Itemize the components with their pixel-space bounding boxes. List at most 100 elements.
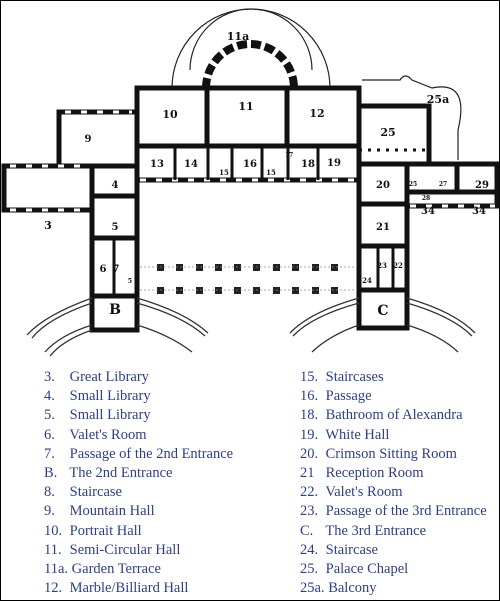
label-10: 10 (162, 108, 178, 121)
legend-room-name: Valet's Room (325, 484, 403, 501)
label-25-small: 25 (409, 181, 417, 188)
label-18: 18 (301, 159, 315, 170)
label-28: 28 (422, 195, 430, 202)
legend-room-name: Marble/Billiard Hall (69, 580, 189, 597)
legend-number: 6. (44, 426, 55, 443)
legend-number: 25. (300, 561, 319, 578)
label-16: 16 (243, 159, 257, 170)
legend-item: 25a. Balcony (300, 579, 487, 598)
legend-room-name: Small Library (69, 407, 151, 424)
label-15a: 15 (219, 168, 229, 177)
label-34b: 34 (472, 206, 486, 217)
legend-item: B. The 2nd Entrance (44, 464, 233, 483)
legend-item: 15. Staircases (300, 368, 487, 387)
legend-item: 11a. Garden Terrace (44, 560, 233, 579)
label-22: 22 (393, 261, 403, 270)
legend-room-name: White Hall (325, 426, 390, 443)
legend-number: 3. (44, 369, 55, 385)
label-25: 25 (380, 126, 395, 139)
legend-item: 23. Passage of the 3rd Entrance (300, 502, 487, 521)
legend-item: 6. Valet's Room (44, 426, 233, 445)
label-20: 20 (376, 180, 390, 191)
legend-number: 24. (300, 541, 319, 558)
label-4: 4 (112, 180, 119, 191)
legend-right-column: 15. Staircases 16. Passage 18. Bathroom … (300, 368, 487, 598)
label-13: 13 (150, 159, 164, 170)
legend-number: 5. (44, 407, 55, 424)
semicircle-wall (202, 40, 298, 89)
legend-room-name: Balcony (328, 580, 377, 597)
legend-room-name: Bathroom of Alexandra (325, 407, 463, 424)
legend-item: 3. Great Library (44, 368, 233, 387)
legend-room-name: Reception Room (325, 465, 424, 482)
legend-room-name: Valet's Room (69, 426, 147, 443)
legend-room-name: Small Library (69, 388, 151, 405)
legend-room-name: Great Library (69, 369, 149, 385)
legend-room-name: The 2nd Entrance (69, 465, 173, 482)
label-34a: 34 (421, 206, 435, 217)
label-29: 29 (475, 180, 489, 191)
label-23: 23 (377, 261, 387, 270)
label-C: C (377, 303, 388, 319)
legend-item: 8. Staircase (44, 483, 233, 502)
label-12: 12 (309, 107, 324, 120)
legend-room-name: Mountain Hall (69, 503, 155, 520)
label-B: B (109, 302, 121, 318)
terrace-arc-outer (171, 8, 331, 89)
legend-item: C. The 3rd Entrance (300, 522, 487, 541)
legend-number: 7. (44, 445, 55, 462)
legend-room-name: Staircase (69, 484, 122, 501)
legend-item: 21 Reception Room (300, 464, 487, 483)
legend-number: C. (300, 522, 314, 539)
label-17: 17 (285, 152, 293, 159)
legend-item: 9. Mountain Hall (44, 502, 233, 521)
label-27: 27 (439, 181, 447, 188)
legend-item: 22. Valet's Room (300, 483, 487, 502)
legend-item: 24. Staircase (300, 541, 487, 560)
legend-number: B. (44, 465, 58, 482)
label-19: 19 (327, 158, 341, 169)
legend-room-name: Passage (325, 388, 372, 405)
floor-plan: 11a 11 10 12 9 13 14 15 16 15 17 18 19 2… (1, 8, 500, 357)
legend-item: 16. Passage (300, 387, 487, 406)
legend-number: 10. (44, 522, 63, 539)
legend-room-name: Passage of the 3rd Entrance (325, 503, 487, 520)
legend-number: 22. (300, 484, 319, 501)
legend-item: 7. Passage of the 2nd Entrance (44, 445, 233, 464)
legend-number: 11. (44, 541, 62, 558)
legend-number: 19. (300, 426, 319, 443)
legend-left-column: 3. Great Library 4. Small Library 5. Sma… (44, 368, 233, 598)
legend-room-name: Passage of the 2nd Entrance (69, 445, 234, 462)
legend-number: 21 (300, 465, 315, 482)
label-14: 14 (184, 159, 198, 170)
label-11a: 11a (227, 30, 249, 43)
legend-number: 23. (300, 503, 319, 520)
label-21: 21 (376, 222, 390, 233)
label-24: 24 (362, 276, 372, 285)
legend-number: 9. (44, 503, 55, 520)
legend-item: 4. Small Library (44, 387, 233, 406)
legend-room-name: Staircase (325, 541, 378, 558)
label-7: 7 (113, 264, 120, 275)
legend-room-name: Palace Chapel (325, 561, 409, 578)
room-11 (204, 85, 290, 149)
legend-item: 18. Bathroom of Alexandra (300, 406, 487, 425)
legend-room-name: Garden Terrace (71, 561, 161, 578)
legend-number: 12. (44, 580, 63, 597)
legend-number: 16. (300, 388, 319, 405)
legend-room-name: Portrait Hall (69, 522, 142, 539)
legend-item: 12. Marble/Billiard Hall (44, 579, 233, 598)
legend-item: 25. Palace Chapel (300, 560, 487, 579)
legend-number: 15. (300, 369, 319, 385)
label-3: 3 (44, 219, 52, 232)
legend-item: 5. Small Library (44, 406, 233, 425)
legend-item: 20. Crimson Sitting Room (300, 445, 487, 464)
room-9 (56, 109, 140, 169)
legend-number: 8. (44, 484, 55, 501)
legend-room-name: Crimson Sitting Room (325, 445, 457, 462)
legend-item: 19. White Hall (300, 426, 487, 445)
label-15b: 15 (266, 168, 276, 177)
legend-number: 4. (44, 388, 55, 405)
room-34-row (404, 189, 500, 209)
legend-number: 11a. (44, 561, 69, 578)
